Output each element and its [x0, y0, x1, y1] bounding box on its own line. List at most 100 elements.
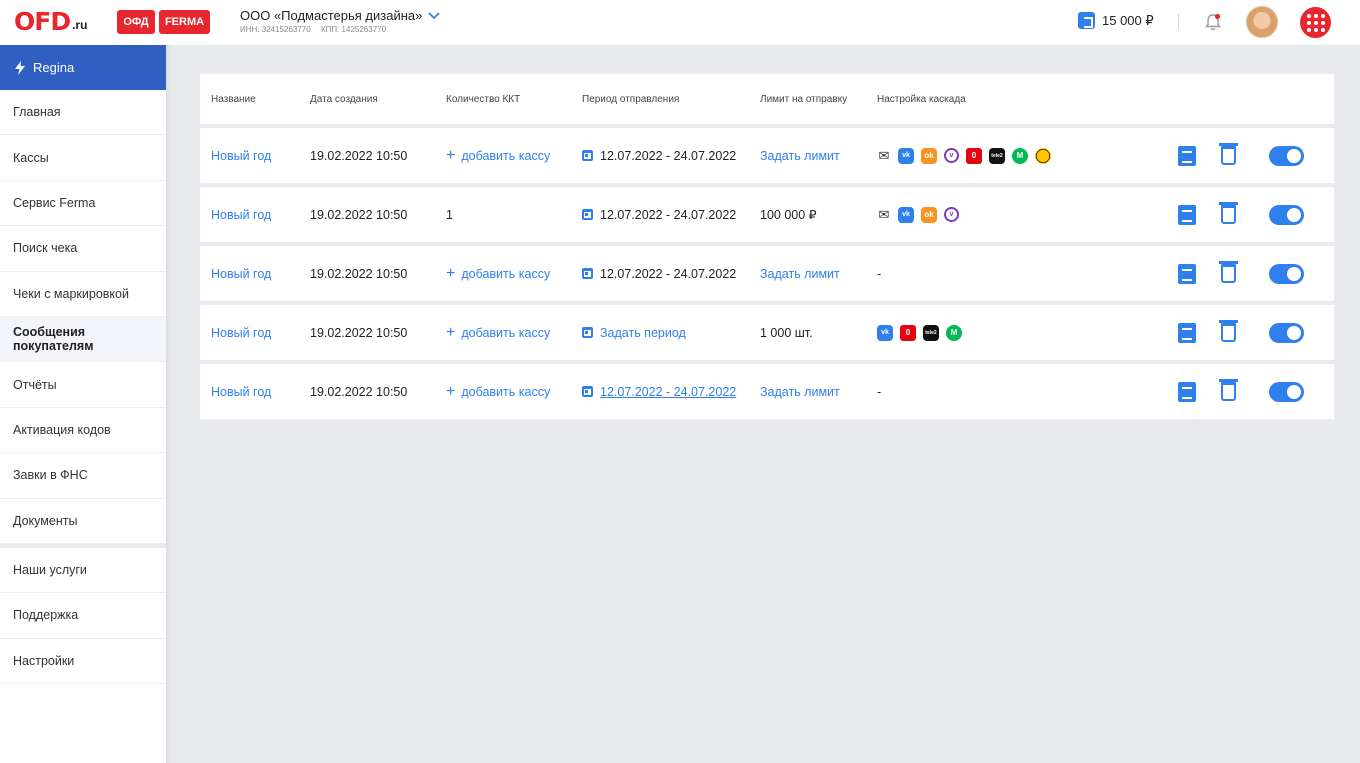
apps-grid-icon[interactable] — [1300, 7, 1331, 38]
sidebar-item-services[interactable]: Наши услуги — [0, 548, 166, 594]
active-toggle[interactable] — [1269, 263, 1304, 284]
created-date: 19.02.2022 10:50 — [310, 266, 408, 281]
set-limit-link[interactable]: Задать лимит — [760, 128, 840, 183]
viber-icon: v — [944, 148, 959, 163]
plus-icon: + — [446, 382, 456, 400]
cascade-icons[interactable]: ✉ vk ok v — [877, 187, 959, 242]
period-value: Задать период — [600, 325, 686, 340]
message-name-link[interactable]: Новый год — [211, 187, 271, 242]
sidebar-item-main[interactable]: Главная — [0, 90, 166, 136]
message-name-link[interactable]: Новый год — [211, 305, 271, 360]
period-field[interactable]: 12.07.2022 - 24.07.2022 — [582, 187, 736, 242]
trash-icon[interactable] — [1219, 143, 1238, 165]
sidebar-item-customer-messages[interactable]: Сообщения покупателям — [0, 316, 166, 363]
company-selector[interactable]: ООО «Подмастерья дизайна» ИНН: 324152637… — [240, 8, 440, 34]
megafon-icon: M — [1012, 147, 1028, 164]
logo-text: OFD — [14, 7, 71, 36]
table-row: Новый год 19.02.2022 10:50 1 12.07.2022 … — [200, 187, 1334, 242]
row-actions — [1178, 305, 1304, 360]
balance-amount: 15 000 ₽ — [1102, 12, 1154, 28]
sidebar-item-registers[interactable]: Кассы — [0, 135, 166, 181]
vk-icon: vk — [898, 147, 914, 164]
sidebar-item-ferma[interactable]: Сервис Ferma — [0, 181, 166, 227]
ofd-badge[interactable]: ОФД — [117, 10, 155, 34]
table-row: Новый год 19.02.2022 10:50 + добавить ка… — [200, 128, 1334, 183]
sidebar-item-settings[interactable]: Настройки — [0, 639, 166, 685]
set-limit-link[interactable]: Задать лимит — [760, 246, 840, 301]
lightning-icon — [15, 60, 25, 75]
table-row: Новый год 19.02.2022 10:50 + добавить ка… — [200, 364, 1334, 419]
odnoklassniki-icon: ok — [921, 206, 937, 223]
logo-suffix: .ru — [72, 18, 88, 32]
created-date: 19.02.2022 10:50 — [310, 148, 408, 163]
receipt-icon[interactable] — [1178, 204, 1196, 225]
receipt-icon[interactable] — [1178, 145, 1196, 166]
period-value: 12.07.2022 - 24.07.2022 — [600, 266, 737, 281]
message-name-link[interactable]: Новый год — [211, 246, 271, 301]
cascade-icons[interactable]: vk 0 tele2 M — [877, 305, 962, 360]
vk-icon: vk — [898, 206, 914, 223]
created-date: 19.02.2022 10:50 — [310, 384, 408, 399]
trash-icon[interactable] — [1219, 379, 1238, 401]
cascade-empty[interactable]: - — [877, 364, 881, 419]
balance[interactable]: 15 000 ₽ — [1078, 12, 1154, 29]
add-register-link[interactable]: + добавить кассу — [446, 246, 550, 301]
add-register-link[interactable]: + добавить кассу — [446, 364, 550, 419]
company-inn: ИНН: 32415263770 — [240, 25, 311, 34]
ferma-badge[interactable]: FERMA — [159, 10, 210, 34]
receipt-icon[interactable] — [1178, 381, 1196, 402]
set-period-link[interactable]: Задать период — [582, 305, 686, 360]
company-name: ООО «Подмастерья дизайна» — [240, 8, 423, 23]
limit-value: 1 000 шт. — [760, 325, 813, 340]
table-row: Новый год 19.02.2022 10:50 + добавить ка… — [200, 305, 1334, 360]
period-field[interactable]: 12.07.2022 - 24.07.2022 — [582, 128, 736, 183]
period-field[interactable]: 12.07.2022 - 24.07.2022 — [582, 364, 736, 419]
column-header-name: Название — [211, 93, 256, 105]
wallet-icon — [1078, 12, 1095, 29]
sidebar-item-code-activation[interactable]: Активация кодов — [0, 408, 166, 454]
sidebar-item-support[interactable]: Поддержка — [0, 593, 166, 639]
set-limit-link[interactable]: Задать лимит — [760, 364, 840, 419]
active-toggle[interactable] — [1269, 381, 1304, 402]
period-value: 12.07.2022 - 24.07.2022 — [600, 384, 737, 399]
tele2-icon: tele2 — [923, 324, 939, 341]
active-toggle[interactable] — [1269, 204, 1304, 225]
sidebar-item-marked-receipts[interactable]: Чеки с маркировкой — [0, 272, 166, 317]
message-name-link[interactable]: Новый год — [211, 364, 271, 419]
plus-icon: + — [446, 146, 456, 164]
cascade-empty[interactable]: - — [877, 246, 881, 301]
sidebar-user[interactable]: Regina — [0, 45, 166, 90]
sidebar-shadow — [166, 45, 172, 763]
active-toggle[interactable] — [1269, 145, 1304, 166]
trash-icon[interactable] — [1219, 202, 1238, 224]
message-name-link[interactable]: Новый год — [211, 128, 271, 183]
column-header-kkt: Количество ККТ — [446, 93, 521, 105]
row-actions — [1178, 364, 1304, 419]
sidebar-item-reports[interactable]: Отчёты — [0, 362, 166, 408]
add-register-label: добавить кассу — [461, 148, 551, 163]
trash-icon[interactable] — [1219, 320, 1238, 342]
add-register-label: добавить кассу — [461, 384, 551, 399]
add-register-label: добавить кассу — [461, 266, 551, 281]
register-count: 1 — [446, 207, 453, 222]
active-toggle[interactable] — [1269, 322, 1304, 343]
bell-icon[interactable] — [1203, 12, 1223, 32]
receipt-icon[interactable] — [1178, 263, 1196, 284]
period-value: 12.07.2022 - 24.07.2022 — [600, 148, 737, 163]
chevron-down-icon — [428, 11, 440, 19]
sidebar-item-documents[interactable]: Документы — [0, 499, 166, 544]
add-register-link[interactable]: + добавить кассу — [446, 305, 550, 360]
limit-value: 100 000 ₽ — [760, 208, 817, 222]
receipt-icon[interactable] — [1178, 322, 1196, 343]
sidebar-item-receipt-search[interactable]: Поиск чека — [0, 226, 166, 272]
period-field[interactable]: 12.07.2022 - 24.07.2022 — [582, 246, 736, 301]
ofd-logo[interactable]: OFD .ru — [14, 8, 87, 36]
cascade-icons[interactable]: ✉ vk ok v 0 tele2 M — [877, 128, 1051, 183]
user-avatar[interactable] — [1246, 6, 1278, 38]
viber-icon: v — [944, 207, 959, 222]
header-divider — [1178, 14, 1179, 30]
trash-icon[interactable] — [1219, 261, 1238, 283]
sidebar-item-fns-requests[interactable]: Завки в ФНС — [0, 453, 166, 499]
calendar-icon — [582, 150, 593, 161]
add-register-link[interactable]: + добавить кассу — [446, 128, 550, 183]
